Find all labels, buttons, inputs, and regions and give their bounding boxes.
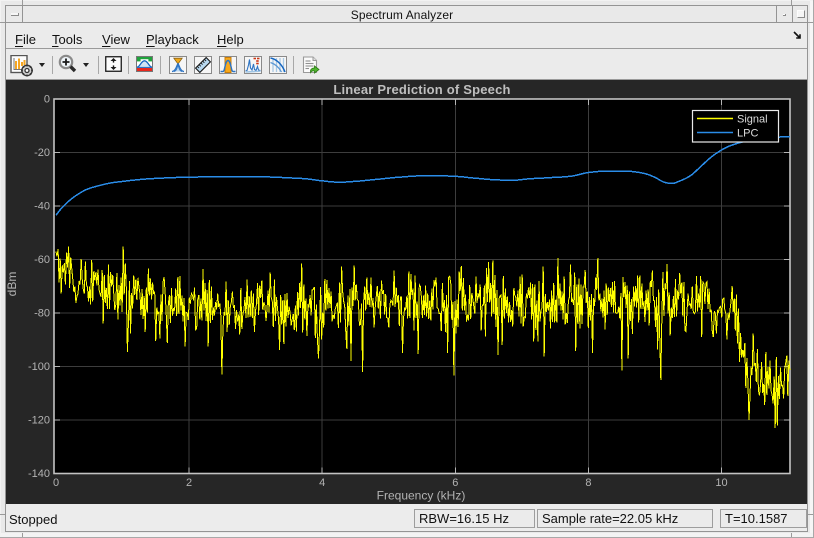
svg-text:8: 8 (585, 477, 591, 489)
svg-text:0: 0 (44, 94, 50, 106)
svg-text:2: 2 (186, 477, 192, 489)
svg-text:dBm: dBm (6, 272, 19, 297)
svg-text:10: 10 (715, 477, 727, 489)
svg-text:Signal: Signal (737, 114, 768, 126)
svg-text:-140: -140 (28, 468, 50, 480)
svg-text:-100: -100 (28, 361, 50, 373)
svg-text:-60: -60 (34, 254, 50, 266)
svg-text:-80: -80 (34, 308, 50, 320)
svg-text:-20: -20 (34, 147, 50, 159)
svg-text:0: 0 (53, 477, 59, 489)
svg-text:Frequency (kHz): Frequency (kHz) (377, 489, 466, 503)
svg-text:LPC: LPC (737, 128, 758, 140)
svg-text:-40: -40 (34, 201, 50, 213)
svg-text:Linear Prediction of Speech: Linear Prediction of Speech (333, 82, 510, 97)
svg-text:4: 4 (319, 477, 325, 489)
svg-text:6: 6 (452, 477, 458, 489)
svg-text:-120: -120 (28, 414, 50, 426)
